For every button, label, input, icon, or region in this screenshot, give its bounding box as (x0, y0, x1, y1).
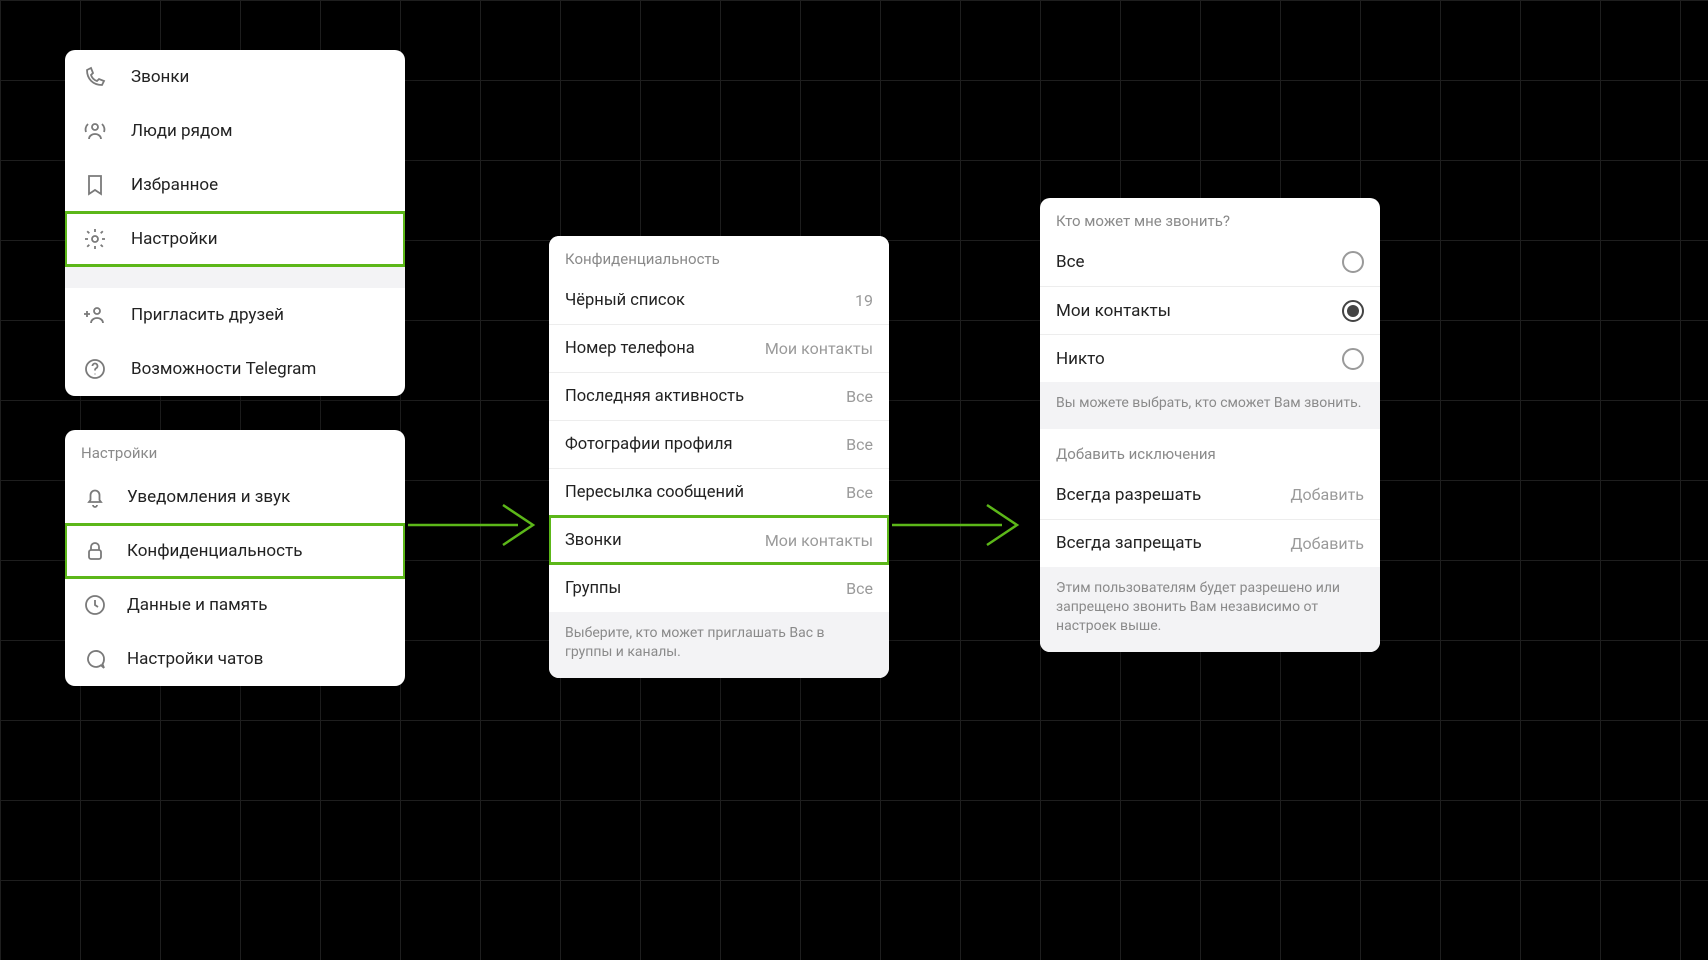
bookmark-icon (81, 171, 109, 199)
gear-icon (81, 225, 109, 253)
menu-item-saved[interactable]: Избранное (65, 158, 405, 212)
privacy-panel: Конфиденциальность Чёрный список 19 Номе… (549, 236, 889, 678)
privacy-item-last-seen[interactable]: Последняя активность Все (549, 372, 889, 420)
who-can-call-panel: Кто может мне звонить? Все Мои контакты … (1040, 198, 1380, 652)
lock-icon (81, 537, 109, 565)
radio-icon (1342, 300, 1364, 322)
privacy-item-value: Все (846, 435, 873, 454)
call-option-label: Все (1056, 252, 1342, 272)
menu-item-label: Избранное (131, 175, 389, 195)
menu-item-label: Пригласить друзей (131, 305, 389, 325)
menu-item-label: Настройки (131, 229, 389, 249)
exception-label: Всегда запрещать (1056, 533, 1291, 553)
menu-item-people-nearby[interactable]: Люди рядом (65, 104, 405, 158)
exception-always-deny[interactable]: Всегда запрещать Добавить (1040, 519, 1380, 567)
arrow-1 (408, 495, 548, 555)
settings-item-notifications[interactable]: Уведомления и звук (65, 470, 405, 524)
settings-panel: Настройки Уведомления и звук Конфиденциа… (65, 430, 405, 686)
menu-item-label: Возможности Telegram (131, 359, 389, 379)
chat-icon (81, 645, 109, 673)
exceptions-note: Этим пользователям будет разрешено или з… (1040, 567, 1380, 652)
radio-icon (1342, 348, 1364, 370)
menu-item-telegram-features[interactable]: Возможности Telegram (65, 342, 405, 396)
privacy-header: Конфиденциальность (549, 236, 889, 276)
main-menu-panel: Звонки Люди рядом Избранное Настройки Пр… (65, 50, 405, 396)
privacy-item-label: Пересылка сообщений (565, 483, 846, 502)
privacy-item-profile-photos[interactable]: Фотографии профиля Все (549, 420, 889, 468)
exception-action: Добавить (1291, 534, 1364, 553)
data-icon (81, 591, 109, 619)
privacy-item-label: Фотографии профиля (565, 435, 846, 454)
settings-item-chat-settings[interactable]: Настройки чатов (65, 632, 405, 686)
privacy-item-label: Последняя активность (565, 387, 846, 406)
privacy-item-phone[interactable]: Номер телефона Мои контакты (549, 324, 889, 372)
arrow-2 (892, 495, 1032, 555)
call-option-nobody[interactable]: Никто (1040, 334, 1380, 382)
settings-item-label: Уведомления и звук (127, 487, 389, 507)
privacy-item-label: Группы (565, 579, 846, 598)
privacy-item-value: Все (846, 483, 873, 502)
who-can-call-note: Вы можете выбрать, кто сможет Вам звонит… (1040, 382, 1380, 429)
settings-item-privacy[interactable]: Конфиденциальность (65, 524, 405, 578)
privacy-item-label: Чёрный список (565, 291, 855, 310)
privacy-item-value: Мои контакты (765, 531, 873, 550)
privacy-item-label: Номер телефона (565, 339, 765, 358)
call-option-label: Никто (1056, 349, 1342, 369)
settings-item-label: Конфиденциальность (127, 541, 389, 561)
privacy-item-value: 19 (855, 291, 873, 310)
privacy-item-value: Все (846, 387, 873, 406)
menu-item-label: Люди рядом (131, 121, 389, 141)
settings-item-label: Данные и память (127, 595, 389, 615)
privacy-item-value: Все (846, 579, 873, 598)
phone-icon (81, 63, 109, 91)
settings-item-label: Настройки чатов (127, 649, 389, 669)
privacy-item-calls[interactable]: Звонки Мои контакты (549, 516, 889, 564)
exception-always-allow[interactable]: Всегда разрешать Добавить (1040, 471, 1380, 519)
privacy-item-blocklist[interactable]: Чёрный список 19 (549, 276, 889, 324)
call-option-my-contacts[interactable]: Мои контакты (1040, 286, 1380, 334)
help-icon (81, 355, 109, 383)
who-can-call-header: Кто может мне звонить? (1040, 198, 1380, 238)
privacy-item-value: Мои контакты (765, 339, 873, 358)
menu-item-settings[interactable]: Настройки (65, 212, 405, 266)
settings-header: Настройки (65, 430, 405, 470)
privacy-footer-note: Выберите, кто может приглашать Вас в гру… (549, 612, 889, 678)
privacy-item-forwarding[interactable]: Пересылка сообщений Все (549, 468, 889, 516)
menu-item-invite-friends[interactable]: Пригласить друзей (65, 288, 405, 342)
people-nearby-icon (81, 117, 109, 145)
bell-icon (81, 483, 109, 511)
exceptions-header: Добавить исключения (1040, 429, 1380, 471)
menu-item-label: Звонки (131, 67, 389, 87)
exception-label: Всегда разрешать (1056, 485, 1291, 505)
call-option-label: Мои контакты (1056, 301, 1342, 321)
invite-icon (81, 301, 109, 329)
radio-icon (1342, 251, 1364, 273)
privacy-item-label: Звонки (565, 531, 765, 550)
menu-item-calls[interactable]: Звонки (65, 50, 405, 104)
divider (65, 266, 405, 288)
privacy-item-groups[interactable]: Группы Все (549, 564, 889, 612)
call-option-everyone[interactable]: Все (1040, 238, 1380, 286)
settings-item-data-storage[interactable]: Данные и память (65, 578, 405, 632)
exception-action: Добавить (1291, 485, 1364, 504)
